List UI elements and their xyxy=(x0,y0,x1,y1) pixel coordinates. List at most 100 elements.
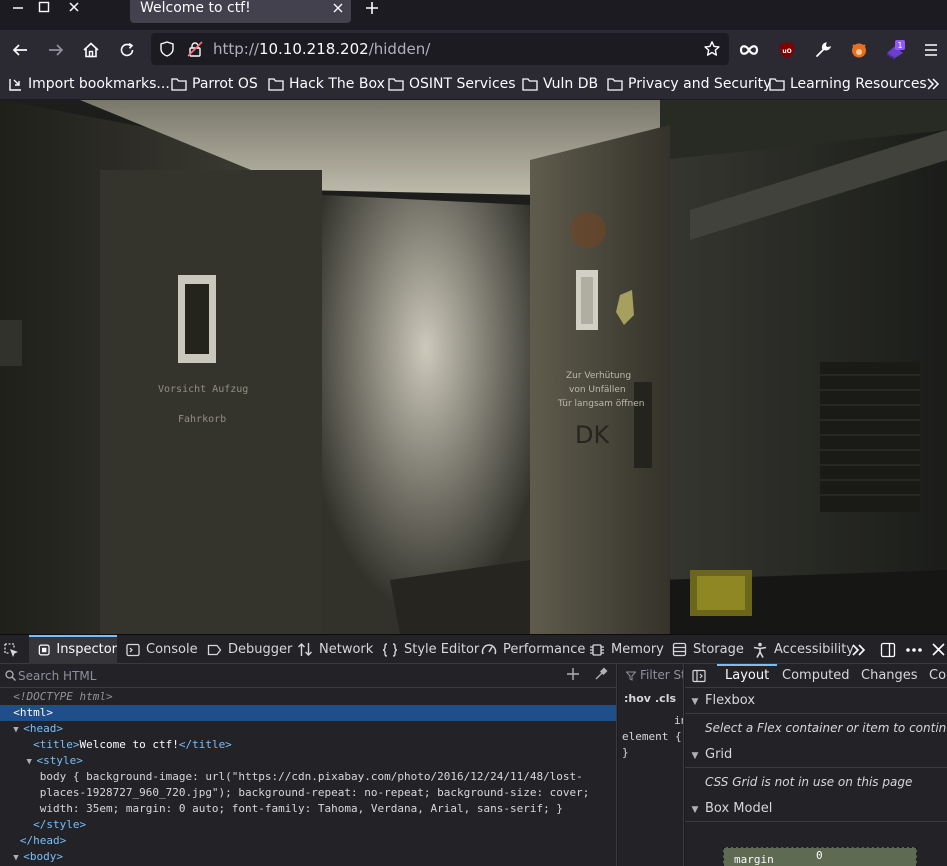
devtools-options-icon[interactable] xyxy=(905,635,929,664)
devtools-toolbar: Inspector Console Debugger Network Style… xyxy=(0,634,947,664)
url-text[interactable]: http://10.10.218.202/hidden/ xyxy=(213,41,430,58)
tree-node-doctype[interactable]: <!DOCTYPE html> xyxy=(0,689,616,705)
insecure-lock-icon[interactable] xyxy=(187,41,203,61)
tab-layout[interactable]: Layout xyxy=(716,664,778,688)
box-model-margin-box[interactable]: margin 0 xyxy=(723,847,917,866)
bookmark-import[interactable]: Import bookmarks... xyxy=(8,75,170,93)
home-icon[interactable] xyxy=(80,39,102,61)
new-tab-icon[interactable] xyxy=(364,0,380,18)
bookmark-label: Import bookmarks... xyxy=(28,76,170,92)
tab-compatibility[interactable]: Co xyxy=(929,664,946,688)
eyedropper-icon[interactable] xyxy=(594,667,608,685)
ublock-origin-icon[interactable]: uO xyxy=(776,39,798,61)
expand-toggle-icon[interactable]: ▼ xyxy=(27,754,37,770)
toggle-sidebar-icon[interactable] xyxy=(692,669,706,687)
close-window-icon[interactable] xyxy=(62,0,86,18)
tracking-shield-icon[interactable] xyxy=(159,41,175,61)
tab-strip: Welcome to ctf! xyxy=(0,0,947,30)
network-icon xyxy=(298,643,312,656)
url-bar[interactable]: http://10.10.218.202/hidden/ xyxy=(151,33,729,65)
bookmarks-toolbar: Import bookmarks... Parrot OS Hack The B… xyxy=(0,68,947,100)
rule-close-brace: } xyxy=(622,746,629,759)
margin-top-value[interactable]: 0 xyxy=(816,849,823,862)
tree-node-title[interactable]: <title>Welcome to ctf!</title> xyxy=(0,737,616,753)
bookmark-folder-learning-resources[interactable]: Learning Resources xyxy=(769,75,927,93)
bookmark-label: Parrot OS xyxy=(192,76,258,92)
performance-icon xyxy=(481,644,497,655)
extension-badge-icon[interactable]: 1 xyxy=(884,39,906,61)
bookmark-folder-vuln-db[interactable]: Vuln DB xyxy=(522,75,598,93)
accessibility-icon xyxy=(753,642,767,658)
layout-sidebar: Layout Computed Changes Co ▼ Flexbox Sele… xyxy=(685,664,947,866)
folder-icon xyxy=(268,78,284,91)
more-tools-chevron-icon[interactable] xyxy=(851,635,873,664)
expand-toggle-icon[interactable]: ▼ xyxy=(13,722,23,738)
forward-arrow-icon[interactable] xyxy=(45,39,67,61)
tree-text-css[interactable]: body { background-image: url("https://cd… xyxy=(0,769,616,785)
back-arrow-icon[interactable] xyxy=(9,39,31,61)
bookmark-folder-osint-services[interactable]: OSINT Services xyxy=(388,75,516,93)
maximize-icon[interactable] xyxy=(32,0,56,18)
bookmark-label: Privacy and Security xyxy=(628,76,772,92)
tree-text-css[interactable]: width: 35em; margin: 0 auto; font-family… xyxy=(0,801,616,817)
tab-computed[interactable]: Computed xyxy=(782,664,850,688)
import-icon xyxy=(9,78,21,91)
tab-storage[interactable]: Storage xyxy=(672,635,744,664)
flexbox-section-header[interactable]: ▼ Flexbox xyxy=(685,688,947,714)
tab-performance[interactable]: Performance xyxy=(481,635,585,664)
tab-label: Style Editor xyxy=(404,642,480,657)
tree-node-style[interactable]: ▼ <style> xyxy=(0,753,616,770)
bookmark-star-icon[interactable] xyxy=(703,40,721,62)
infinity-extension-icon[interactable] xyxy=(738,39,760,61)
tab-inspector[interactable]: Inspector xyxy=(29,635,117,664)
storage-icon xyxy=(672,642,687,657)
tree-text-css[interactable]: places-1928727_960_720.jpg"); background… xyxy=(0,785,616,801)
navigation-toolbar: http://10.10.218.202/hidden/ uO 1 xyxy=(0,30,947,68)
add-node-icon[interactable] xyxy=(566,667,580,685)
tree-node-html[interactable]: <html> xyxy=(0,705,616,721)
tab-memory[interactable]: Memory xyxy=(589,635,664,664)
expand-toggle-icon[interactable]: ▼ xyxy=(13,850,23,866)
minimize-icon[interactable] xyxy=(6,0,30,18)
wrench-icon[interactable] xyxy=(812,39,834,61)
cls-button[interactable]: .cls xyxy=(655,692,676,705)
tab-label: Accessibility xyxy=(774,642,854,657)
dock-side-icon[interactable] xyxy=(880,635,902,664)
sidebar-tabs: Layout Computed Changes Co xyxy=(685,664,947,688)
tab-label: Network xyxy=(319,642,374,657)
markup-view: <!DOCTYPE html> <html> ▼<head> <title>We… xyxy=(0,664,617,866)
tree-node-head-close[interactable]: </head> xyxy=(0,833,616,849)
filter-styles-input[interactable]: Filter Sty xyxy=(640,668,683,682)
devtools-close-icon[interactable] xyxy=(932,635,947,664)
bookmark-folder-hack-the-box[interactable]: Hack The Box xyxy=(268,75,385,93)
tab-close-icon[interactable] xyxy=(333,0,343,18)
box-model-section-header[interactable]: ▼ Box Model xyxy=(685,796,947,822)
html-search-input[interactable] xyxy=(18,668,548,684)
bookmarks-overflow-chevron-icon[interactable] xyxy=(926,75,945,93)
tree-node-head[interactable]: ▼ <head> xyxy=(0,721,616,738)
tab-debugger[interactable]: Debugger xyxy=(207,635,292,664)
folder-icon xyxy=(769,78,785,91)
tab-console[interactable]: Console xyxy=(126,635,198,664)
grid-section-header[interactable]: ▼ Grid xyxy=(685,742,947,768)
element-picker-icon[interactable] xyxy=(2,635,26,664)
browser-tab[interactable]: Welcome to ctf! xyxy=(130,0,351,23)
bookmark-label: Hack The Box xyxy=(289,76,385,92)
collapse-arrow-icon: ▼ xyxy=(691,751,699,761)
tree-node-body[interactable]: ▼ <body> xyxy=(0,849,616,866)
tree-node-style-close[interactable]: </style> xyxy=(0,817,616,833)
bookmark-folder-privacy-and-security[interactable]: Privacy and Security xyxy=(607,75,771,93)
memory-icon xyxy=(590,643,604,656)
extension-badge-count: 1 xyxy=(897,41,902,50)
bookmark-folder-parrot-os[interactable]: Parrot OS xyxy=(171,75,258,93)
hov-button[interactable]: :hov xyxy=(624,692,651,705)
foxyproxy-icon[interactable] xyxy=(848,39,870,61)
reload-icon[interactable] xyxy=(116,39,138,61)
rule-element-selector[interactable]: element { xyxy=(622,730,682,743)
tab-title: Welcome to ctf! xyxy=(140,0,251,16)
tab-accessibility[interactable]: Accessibility xyxy=(752,635,854,664)
tab-changes[interactable]: Changes xyxy=(861,664,918,688)
menu-hamburger-icon[interactable] xyxy=(920,39,942,61)
tab-style-editor[interactable]: Style Editor xyxy=(382,635,479,664)
tab-network[interactable]: Network xyxy=(297,635,373,664)
